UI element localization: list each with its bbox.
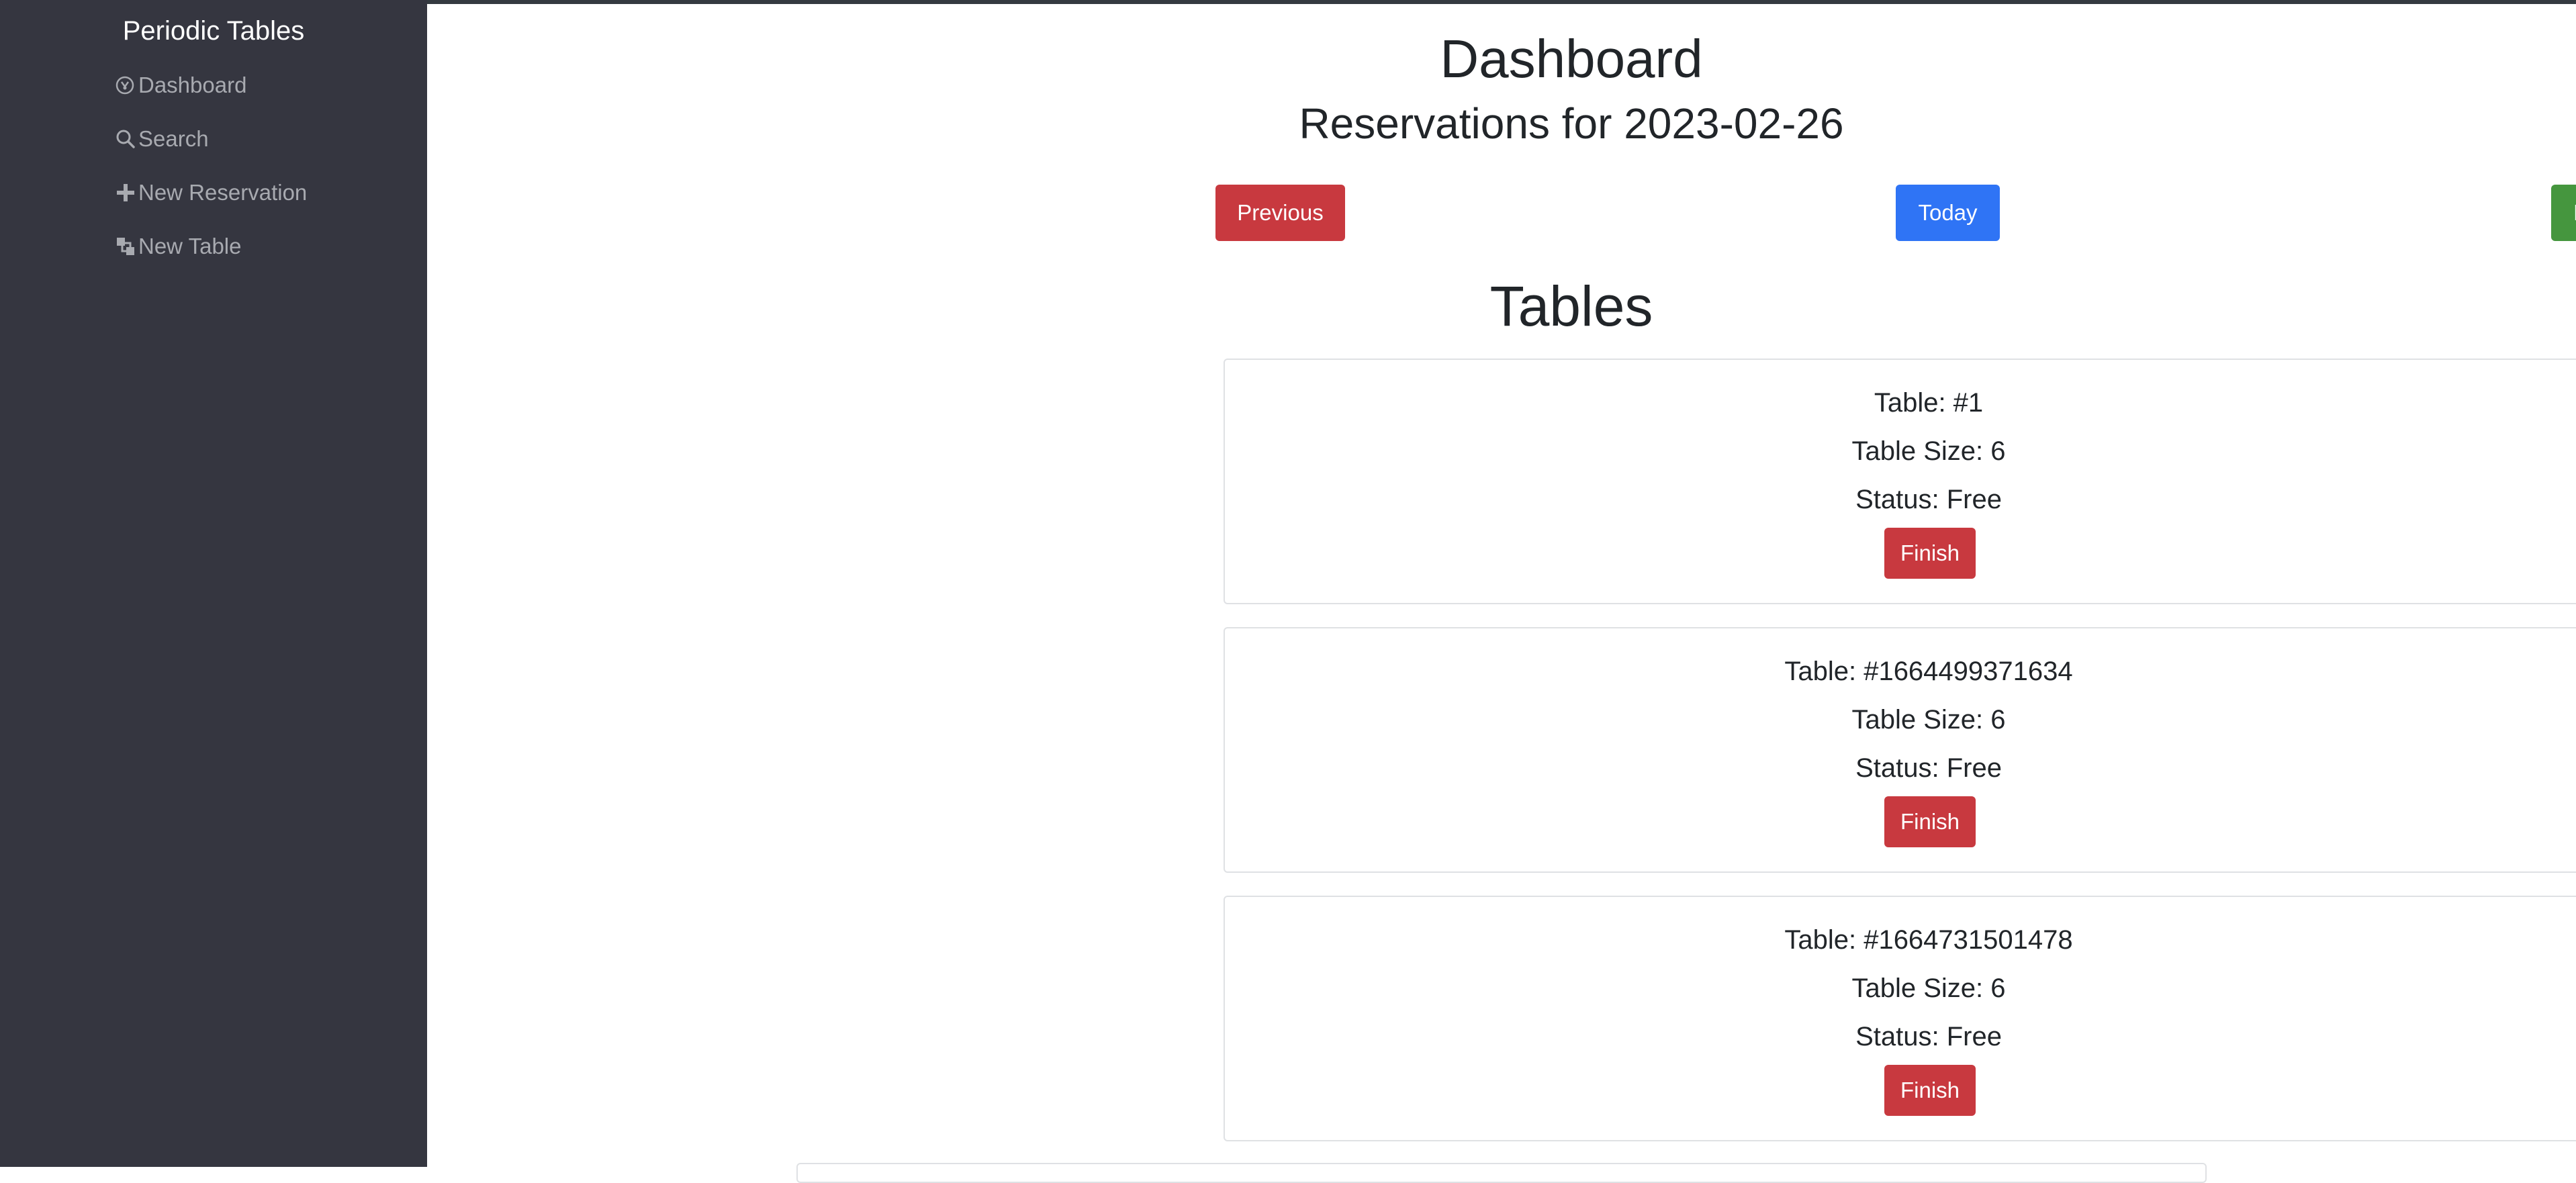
sidebar-item-label: New Table	[138, 234, 242, 258]
previous-button[interactable]: Previous	[1215, 185, 1345, 241]
sidebar: Periodic Tables Dashboard Search New Res…	[0, 0, 427, 1167]
table-card: Table: #1 Table Size: 6 Status: Free Fin…	[1224, 359, 2576, 604]
brand-title[interactable]: Periodic Tables	[0, 15, 427, 47]
finish-button[interactable]: Finish	[1884, 528, 1976, 579]
sidebar-item-new-table[interactable]: New Table	[116, 233, 241, 260]
tables-heading: Tables	[1489, 275, 1653, 338]
sidebar-item-label: Dashboard	[138, 73, 247, 97]
table-name: Table: #1664731501478	[1784, 925, 2073, 955]
sidebar-item-dashboard[interactable]: Dashboard	[116, 72, 246, 99]
table-name: Table: #1	[1874, 388, 1984, 418]
table-card: Table: #1664499371634 Table Size: 6 Stat…	[1224, 627, 2576, 873]
table-size: Table Size: 6	[1851, 436, 2006, 466]
table-size: Table Size: 6	[1851, 974, 2006, 1003]
sidebar-item-search[interactable]: Search	[116, 126, 209, 152]
reservations-date-heading: Reservations for 2023-02-26	[1299, 99, 1844, 148]
search-icon	[116, 126, 138, 152]
next-button[interactable]: Next	[2551, 185, 2576, 241]
sidebar-item-label: Search	[138, 126, 209, 151]
main-content: Dashboard Reservations for 2023-02-26 Pr…	[427, 0, 2576, 1167]
finish-button[interactable]: Finish	[1884, 1065, 1976, 1116]
table-card: Table: #1664731501478 Table Size: 6 Stat…	[1224, 896, 2576, 1141]
table-status: Status: Free	[1855, 1022, 2002, 1051]
table-status: Status: Free	[1855, 753, 2002, 783]
sidebar-item-label: New Reservation	[138, 180, 308, 205]
table-size: Table Size: 6	[1851, 705, 2006, 735]
table-status: Status: Free	[1855, 485, 2002, 514]
sidebar-item-new-reservation[interactable]: New Reservation	[116, 179, 307, 206]
table-name: Table: #1664499371634	[1784, 657, 2073, 686]
today-button[interactable]: Today	[1896, 185, 2000, 241]
plus-icon	[116, 179, 138, 206]
page-title: Dashboard	[1440, 29, 1703, 89]
layers-icon	[116, 233, 138, 260]
table-card-partial	[796, 1163, 2207, 1183]
finish-button[interactable]: Finish	[1884, 796, 1976, 847]
dashboard-icon	[116, 72, 138, 99]
